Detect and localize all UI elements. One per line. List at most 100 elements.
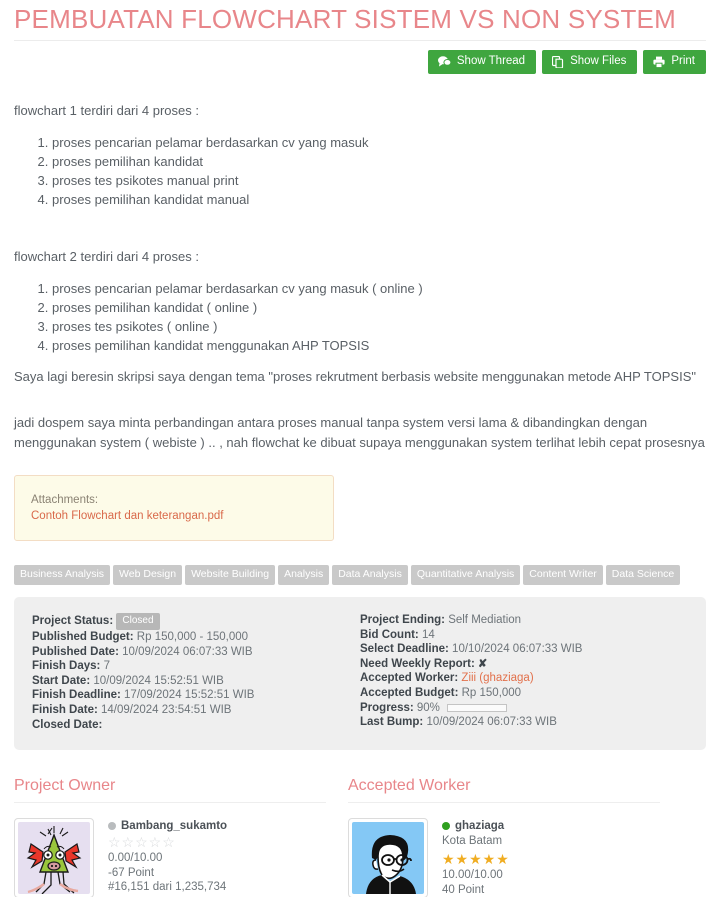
detail-progress: Progress: 90% bbox=[360, 701, 688, 716]
worker-avatar[interactable] bbox=[348, 818, 428, 897]
detail-key: Start Date: bbox=[32, 674, 91, 687]
owner-points: -67 Point bbox=[108, 866, 155, 879]
page-title: PEMBUATAN FLOWCHART SISTEM VS NON SYSTEM bbox=[14, 4, 676, 34]
tag-item[interactable]: Data Analysis bbox=[332, 565, 408, 585]
details-column-left: Project Status: Closed Published Budget:… bbox=[32, 613, 360, 732]
accepted-worker-section: Accepted Worker ghaziaga Kota Batam ★★★★… bbox=[348, 776, 660, 897]
tag-item[interactable]: Quantitative Analysis bbox=[410, 565, 521, 585]
detail-published-date: Published Date: 10/09/2024 06:07:33 WIB bbox=[32, 645, 360, 660]
worker-name-row: ghaziaga bbox=[442, 820, 554, 832]
show-files-label: Show Files bbox=[570, 55, 627, 67]
accepted-worker-link[interactable]: Ziii (ghaziaga) bbox=[461, 672, 533, 684]
worker-username[interactable]: ghaziaga bbox=[455, 820, 504, 832]
worker-avatar-image bbox=[352, 822, 424, 895]
show-thread-label: Show Thread bbox=[456, 55, 526, 67]
worker-rating-stars: ★★★★★ bbox=[442, 851, 510, 868]
progress-bar bbox=[447, 703, 508, 712]
project-description: flowchart 1 terdiri dari 4 proses : pros… bbox=[0, 101, 720, 453]
worker-location: Kota Batam bbox=[442, 835, 503, 848]
detail-value: 17/09/2024 15:52:51 WIB bbox=[124, 689, 255, 702]
tag-list: Business Analysis Web Design Website Bui… bbox=[0, 541, 720, 585]
progress-value: 90% bbox=[416, 701, 440, 714]
tag-item[interactable]: Content Writer bbox=[523, 565, 603, 585]
intro-paragraph-2: flowchart 2 terdiri dari 4 proses : bbox=[14, 249, 199, 264]
detail-value: 10/10/2024 06:07:33 WIB bbox=[452, 643, 583, 656]
printer-icon bbox=[653, 56, 665, 68]
tag-item[interactable]: Website Building bbox=[185, 565, 276, 585]
owner-rank: #16,151 dari 1,235,734 bbox=[108, 881, 227, 894]
tag-item[interactable]: Web Design bbox=[113, 565, 183, 585]
detail-finish-days: Finish Days: 7 bbox=[32, 659, 360, 674]
detail-value: 10/09/2024 06:07:33 WIB bbox=[122, 645, 253, 658]
detail-key: Bid Count: bbox=[360, 628, 419, 641]
owner-rating-value: 0.00/10.00 bbox=[108, 852, 163, 865]
detail-published-budget: Published Budget: Rp 150,000 - 150,000 bbox=[32, 630, 360, 645]
attachment-file-link[interactable]: Contoh Flowchart dan keterangan.pdf bbox=[31, 508, 319, 524]
list-item: proses pemilihan kandidat ( online ) bbox=[52, 298, 706, 317]
detail-key: Accepted Budget: bbox=[360, 686, 459, 699]
detail-value: 14/09/2024 23:54:51 WIB bbox=[101, 703, 232, 716]
intro-paragraph-1: flowchart 1 terdiri dari 4 proses : bbox=[14, 103, 199, 118]
detail-key: Select Deadline: bbox=[360, 643, 449, 656]
accepted-worker-title: Accepted Worker bbox=[348, 777, 471, 795]
detail-key: Closed Date: bbox=[32, 718, 103, 731]
list-item: proses pemilihan kandidat menggunakan AH… bbox=[52, 336, 706, 355]
page-header: PEMBUATAN FLOWCHART SISTEM VS NON SYSTEM bbox=[0, 4, 720, 41]
detail-key: Finish Days: bbox=[32, 660, 101, 673]
detail-project-ending: Project Ending: Self Mediation bbox=[360, 613, 688, 628]
detail-closed-date: Closed Date: bbox=[32, 718, 360, 733]
list-item: proses pencarian pelamar berdasarkan cv … bbox=[52, 279, 706, 298]
detail-key: Published Date: bbox=[32, 645, 119, 658]
list-item: proses tes psikotes ( online ) bbox=[52, 317, 706, 336]
detail-value: 10/09/2024 15:52:51 WIB bbox=[93, 674, 224, 687]
list-item: proses tes psikotes manual print bbox=[52, 171, 706, 190]
status-badge: Closed bbox=[116, 613, 160, 630]
owner-username[interactable]: Bambang_sukamto bbox=[121, 820, 227, 832]
owner-avatar[interactable] bbox=[14, 818, 94, 897]
detail-key: Progress: bbox=[360, 701, 414, 714]
attachments-label: Attachments: bbox=[31, 494, 99, 506]
detail-key: Project Status: bbox=[32, 615, 114, 627]
list-item: proses pemilihan kandidat manual bbox=[52, 190, 706, 209]
detail-start-date: Start Date: 10/09/2024 15:52:51 WIB bbox=[32, 674, 360, 689]
owner-rating-stars: ☆☆☆☆☆ bbox=[108, 834, 176, 851]
project-owner-card: Bambang_sukamto ☆☆☆☆☆ 0.00/10.00 -67 Poi… bbox=[14, 803, 326, 897]
project-detail-page: PEMBUATAN FLOWCHART SISTEM VS NON SYSTEM… bbox=[0, 4, 720, 897]
project-owner-section: Project Owner Bambang_sukamto ☆☆☆☆☆ 0.00… bbox=[14, 776, 326, 897]
comments-icon bbox=[437, 56, 451, 67]
detail-key: Need Weekly Report: bbox=[360, 657, 475, 670]
tag-item[interactable]: Analysis bbox=[278, 565, 330, 585]
detail-value: Self Mediation bbox=[448, 614, 522, 626]
owner-name-row: Bambang_sukamto bbox=[108, 820, 227, 832]
detail-key: Finish Date: bbox=[32, 703, 98, 716]
details-column-right: Project Ending: Self Mediation Bid Count… bbox=[360, 613, 688, 732]
accepted-worker-card: ghaziaga Kota Batam ★★★★★ 10.00/10.00 40… bbox=[348, 803, 660, 897]
list-item: proses pemilihan kandidat bbox=[52, 152, 706, 171]
print-button[interactable]: Print bbox=[643, 50, 706, 74]
detail-last-bump: Last Bump: 10/09/2024 06:07:33 WIB bbox=[360, 715, 688, 730]
status-dot-offline-icon bbox=[108, 822, 116, 831]
print-label: Print bbox=[671, 55, 695, 67]
show-files-button[interactable]: Show Files bbox=[542, 50, 638, 74]
copy-files-icon bbox=[552, 55, 564, 68]
tag-item[interactable]: Data Science bbox=[605, 565, 681, 585]
owner-meta: Bambang_sukamto ☆☆☆☆☆ 0.00/10.00 -67 Poi… bbox=[108, 818, 227, 897]
description-paragraph-2: jadi dospem saya minta perbandingan anta… bbox=[14, 415, 705, 450]
show-thread-button[interactable]: Show Thread bbox=[427, 50, 537, 74]
profiles-section: Project Owner Bambang_sukamto ☆☆☆☆☆ 0.00… bbox=[0, 750, 720, 897]
detail-value: 14 bbox=[421, 628, 435, 641]
tag-item[interactable]: Business Analysis bbox=[14, 565, 111, 585]
list-item: proses pencarian pelamar berdasarkan cv … bbox=[52, 133, 706, 152]
detail-finish-date: Finish Date: 14/09/2024 23:54:51 WIB bbox=[32, 703, 360, 718]
detail-key: Published Budget: bbox=[32, 631, 134, 643]
detail-key: Finish Deadline: bbox=[32, 689, 121, 702]
detail-finish-deadline: Finish Deadline: 17/09/2024 15:52:51 WIB bbox=[32, 688, 360, 703]
detail-accepted-budget: Accepted Budget: Rp 150,000 bbox=[360, 686, 688, 701]
detail-value: 10/09/2024 06:07:33 WIB bbox=[426, 716, 557, 729]
detail-select-deadline: Select Deadline: 10/10/2024 06:07:33 WIB bbox=[360, 642, 688, 657]
detail-value: 7 bbox=[103, 660, 110, 673]
detail-key: Last Bump: bbox=[360, 716, 424, 729]
worker-points: 40 Point bbox=[442, 883, 485, 896]
detail-key: Project Ending: bbox=[360, 614, 445, 626]
detail-need-weekly-report: Need Weekly Report: ✘ bbox=[360, 657, 688, 672]
